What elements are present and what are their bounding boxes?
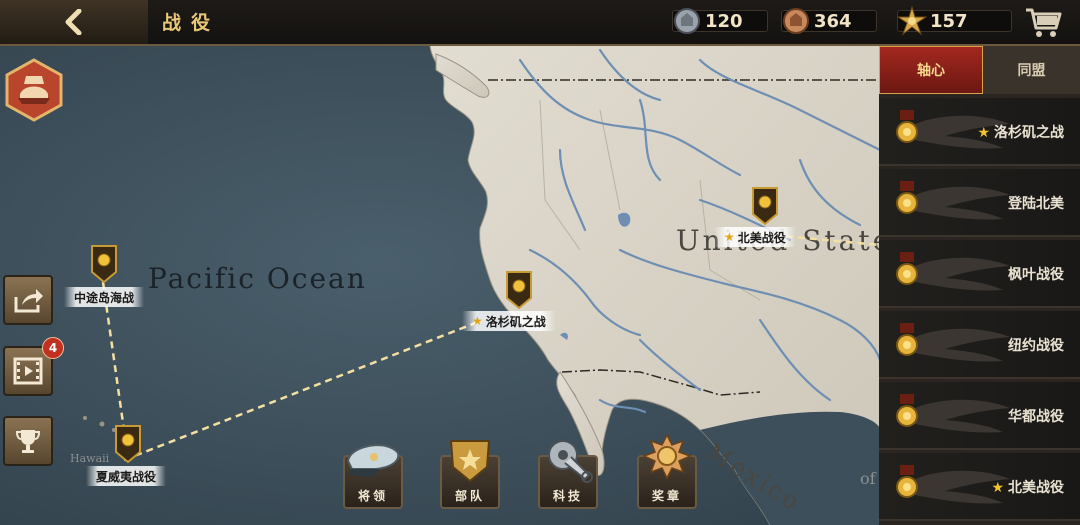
star-icon: ★ [977, 125, 990, 141]
eagle-medal-icon [896, 252, 1010, 291]
page-title: 战役 [162, 12, 221, 34]
campaign-side-panel: 轴心 同盟 ★ 洛杉矶之战 登陆北美 枫叶战役 纽约战役 华都战役 ★ 北美战役 [879, 46, 1080, 525]
tab-allies-label: 同盟 [1017, 63, 1046, 79]
general-nav-button[interactable]: 将领 [340, 433, 406, 513]
trophy-icon [15, 430, 41, 453]
film-icon [13, 357, 43, 385]
trophy-button[interactable] [3, 416, 53, 466]
campaign-item-la[interactable]: ★ 洛杉矶之战 [879, 98, 1080, 166]
hawaii-label: Hawaii [70, 452, 110, 465]
ocean-label: Pacific Ocean [148, 262, 367, 295]
campaign-label: 登陆北美 [1008, 196, 1064, 212]
shop-cart-icon[interactable] [1024, 4, 1062, 40]
tab-allies[interactable]: 同盟 [983, 46, 1080, 94]
campaign-item-newyork[interactable]: 纽约战役 [879, 311, 1080, 379]
tech-gear-icon [548, 440, 593, 483]
eagle-medal-icon [896, 181, 1010, 220]
edge-label: of [860, 469, 877, 488]
campaign-label: 纽约战役 [1008, 338, 1064, 354]
star-icon: ★ [472, 314, 483, 328]
na-marker[interactable] [750, 186, 780, 226]
honor-star-counter: 157 [897, 6, 1012, 36]
bronze-medal-icon [783, 8, 809, 34]
troops-nav-button[interactable]: 部队 [437, 433, 503, 513]
back-chevron-icon [65, 9, 82, 35]
hawaii-marker-label: 夏威夷战役 [86, 466, 167, 486]
campaign-label: ★ 北美战役 [991, 480, 1064, 496]
medal-nav-button[interactable]: 奖章 [634, 433, 700, 513]
campaign-item-capital[interactable]: 华都战役 [879, 382, 1080, 450]
general-hexagon-button[interactable] [4, 58, 64, 122]
tab-axis[interactable]: 轴心 [879, 46, 983, 94]
star-icon: ★ [724, 230, 735, 244]
silver-medal-icon [674, 8, 700, 34]
star-icon: ★ [991, 480, 1004, 496]
silver-medal-counter: 120 [672, 8, 768, 34]
campaign-label: 枫叶战役 [1008, 267, 1064, 283]
la-label: ★ 洛杉矶之战 [462, 311, 556, 331]
bronze-medal-counter: 364 [781, 8, 877, 34]
general-cap-icon [346, 444, 400, 477]
campaign-screen: Pacific Ocean United States Mexico Hawai… [0, 0, 1080, 525]
medal-icon [642, 433, 692, 480]
tab-axis-label: 轴心 [917, 63, 945, 79]
campaign-item-maple[interactable]: 枫叶战役 [879, 240, 1080, 308]
troops-shield-icon [449, 440, 491, 483]
midway-label: 中途岛海战 [64, 287, 145, 307]
campaign-item-landing[interactable]: 登陆北美 [879, 169, 1080, 237]
na-label: ★ 北美战役 [714, 227, 796, 247]
top-bar: 战役 120 364 157 [0, 0, 1080, 46]
hawaii-marker[interactable] [113, 424, 143, 464]
midway-marker[interactable] [89, 244, 119, 284]
share-icon [14, 289, 43, 313]
tech-nav-button[interactable]: 科技 [535, 433, 601, 513]
back-button[interactable] [0, 0, 148, 44]
share-button[interactable] [3, 275, 53, 325]
honor-star-icon [897, 6, 927, 36]
eagle-medal-icon [896, 394, 1010, 433]
campaign-item-na[interactable]: ★ 北美战役 [879, 453, 1080, 521]
notification-badge: 4 [42, 337, 64, 359]
la-marker[interactable] [504, 270, 534, 310]
eagle-medal-icon [896, 323, 1010, 362]
campaign-label: 华都战役 [1008, 409, 1064, 425]
campaign-label: ★ 洛杉矶之战 [977, 125, 1064, 141]
